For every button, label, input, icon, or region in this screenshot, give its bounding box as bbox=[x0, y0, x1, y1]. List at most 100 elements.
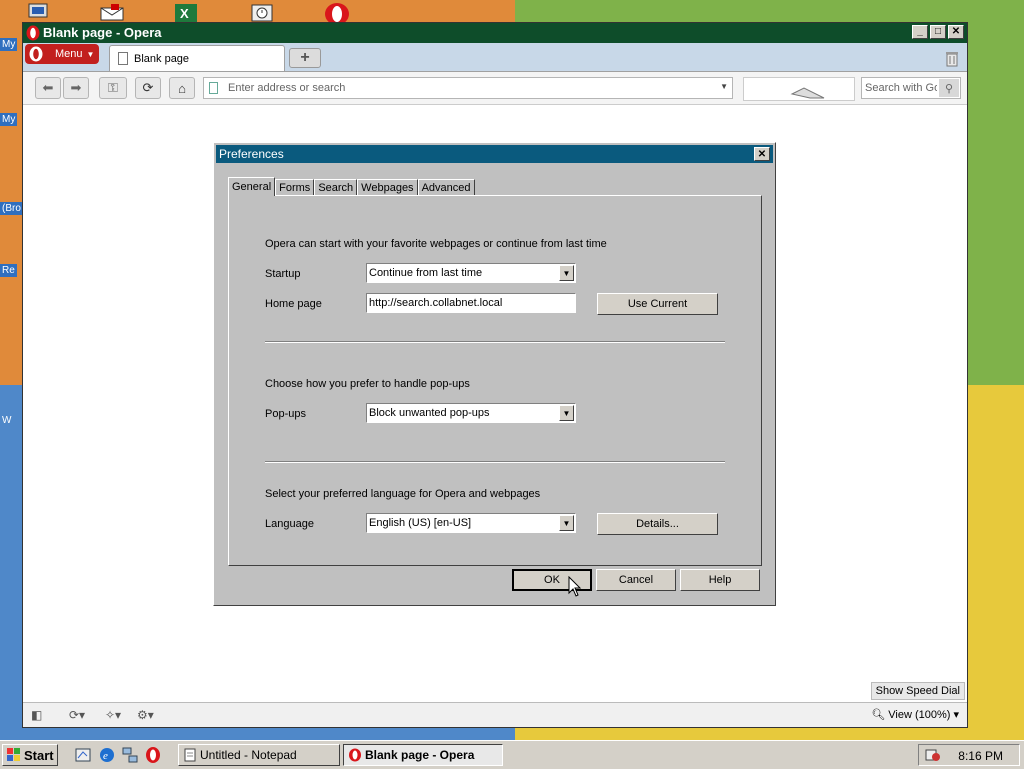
maximize-button[interactable]: □ bbox=[930, 25, 946, 39]
address-placeholder: Enter address or search bbox=[228, 82, 346, 94]
homepage-label: Home page bbox=[265, 298, 322, 310]
cancel-button[interactable]: Cancel bbox=[596, 569, 676, 591]
new-tab-button[interactable]: + bbox=[289, 48, 321, 68]
desktop-icon-label[interactable]: (Bro bbox=[0, 202, 23, 215]
startup-label: Startup bbox=[265, 268, 301, 280]
unite-icon[interactable]: ⚙▾ bbox=[137, 708, 154, 722]
homepage-input[interactable]: http://search.collabnet.local bbox=[366, 293, 576, 313]
notepad-icon bbox=[184, 748, 196, 762]
divider bbox=[265, 341, 725, 343]
desktop-icon-label[interactable]: My bbox=[0, 38, 18, 51]
key-icon: ⚿ bbox=[108, 80, 118, 95]
menu-label: Menu bbox=[55, 48, 83, 60]
dialog-titlebar[interactable]: Preferences ✕ bbox=[216, 145, 773, 163]
home-icon: ⌂ bbox=[178, 80, 186, 96]
trash-icon[interactable] bbox=[943, 49, 961, 67]
pencil-icon bbox=[790, 87, 825, 99]
show-speed-dial-button[interactable]: Show Speed Dial bbox=[870, 682, 965, 700]
search-input[interactable]: Search with Google ⚲ bbox=[861, 77, 961, 99]
start-label: Start bbox=[24, 747, 54, 763]
startup-intro-text: Opera can start with your favorite webpa… bbox=[265, 238, 607, 250]
opera-logo-icon bbox=[29, 46, 43, 62]
tab-search[interactable]: Search bbox=[314, 179, 358, 196]
desktop-icon-label[interactable]: W bbox=[0, 414, 13, 427]
desktop-opera-icon[interactable] bbox=[322, 2, 349, 25]
tab-advanced[interactable]: Advanced bbox=[417, 179, 475, 196]
language-select[interactable]: English (US) [en-US] ▼ bbox=[366, 513, 576, 533]
windows-logo-icon bbox=[7, 748, 20, 761]
opera-quicklaunch-icon[interactable] bbox=[144, 746, 162, 764]
preferences-tabs: General Forms Search Webpages Advanced bbox=[228, 177, 475, 196]
dialog-title: Preferences bbox=[219, 147, 284, 161]
taskbar-item-label: Untitled - Notepad bbox=[200, 748, 297, 762]
page-icon bbox=[118, 52, 128, 65]
desktop-scheduler-icon[interactable] bbox=[250, 2, 273, 22]
chevron-down-icon[interactable]: ▼ bbox=[559, 515, 574, 531]
startup-select[interactable]: Continue from last time ▼ bbox=[366, 263, 576, 283]
general-panel: Opera can start with your favorite webpa… bbox=[228, 195, 762, 566]
taskbar-item-opera[interactable]: Blank page - Opera bbox=[343, 744, 503, 766]
show-desktop-icon[interactable] bbox=[74, 746, 92, 764]
chevron-down-icon[interactable]: ▼ bbox=[720, 82, 728, 91]
magnifier-icon: 🔍︎ bbox=[871, 709, 886, 721]
tab-general[interactable]: General bbox=[228, 177, 276, 196]
back-button[interactable]: ⬅ bbox=[35, 77, 61, 99]
address-bar[interactable]: Enter address or search ▼ bbox=[203, 77, 733, 99]
svg-text:X: X bbox=[180, 6, 189, 21]
taskbar-item-label: Blank page - Opera bbox=[365, 748, 475, 762]
tab-label: Blank page bbox=[134, 52, 190, 65]
popups-select[interactable]: Block unwanted pop-ups ▼ bbox=[366, 403, 576, 423]
tab-strip: Menu ▼ Blank page + bbox=[23, 43, 967, 72]
desktop-mail-icon[interactable] bbox=[97, 2, 124, 22]
key-button[interactable]: ⚿ bbox=[99, 77, 127, 99]
language-value: English (US) [en-US] bbox=[369, 517, 472, 529]
desktop-computer-icon[interactable] bbox=[27, 2, 49, 22]
zoom-control[interactable]: 🔍︎ View (100%) ▾ bbox=[871, 708, 959, 721]
chevron-down-icon[interactable]: ▼ bbox=[559, 265, 574, 281]
taskbar: Start e Untitled - Notepad Blank page - … bbox=[0, 740, 1024, 769]
mouse-pointer-icon bbox=[568, 576, 582, 597]
arrow-left-icon: ⬅ bbox=[42, 80, 54, 95]
toolbar-extra-field[interactable] bbox=[743, 77, 855, 101]
language-intro-text: Select your preferred language for Opera… bbox=[265, 488, 541, 500]
network-icon[interactable] bbox=[121, 746, 139, 764]
window-titlebar[interactable]: Blank page - Opera _ □ ✕ bbox=[23, 23, 967, 43]
opera-menu-button[interactable]: Menu ▼ bbox=[25, 44, 99, 64]
dialog-close-button[interactable]: ✕ bbox=[754, 147, 770, 161]
search-placeholder: Search with Google bbox=[865, 82, 937, 94]
tab-webpages[interactable]: Webpages bbox=[357, 179, 418, 196]
home-button[interactable]: ⌂ bbox=[169, 77, 195, 99]
tray-app-icon[interactable] bbox=[925, 748, 941, 762]
clock[interactable]: 8:16 PM bbox=[958, 749, 1003, 763]
navigation-toolbar: ⬅ ➡ ⚿ ⟳ ⌂ Enter address or search ▼ Sear… bbox=[23, 72, 967, 105]
taskbar-item-notepad[interactable]: Untitled - Notepad bbox=[178, 744, 340, 766]
startup-value: Continue from last time bbox=[369, 267, 483, 279]
tab-forms[interactable]: Forms bbox=[275, 179, 315, 196]
search-icon[interactable]: ⚲ bbox=[939, 79, 959, 97]
desktop-icon-label[interactable]: My bbox=[0, 113, 18, 126]
turbo-icon[interactable]: ✧▾ bbox=[105, 708, 121, 722]
sync-icon[interactable]: ⟳▾ bbox=[69, 708, 85, 722]
chevron-down-icon[interactable]: ▼ bbox=[559, 405, 574, 421]
preferences-dialog: Preferences ✕ General Forms Search Webpa… bbox=[213, 142, 776, 606]
zoom-label: View (100%) bbox=[888, 709, 951, 721]
internet-explorer-icon[interactable]: e bbox=[98, 746, 116, 764]
details-button[interactable]: Details... bbox=[597, 513, 718, 535]
language-label: Language bbox=[265, 518, 314, 530]
minimize-button[interactable]: _ bbox=[912, 25, 928, 39]
help-button[interactable]: Help bbox=[680, 569, 760, 591]
popups-value: Block unwanted pop-ups bbox=[369, 407, 490, 419]
close-button[interactable]: ✕ bbox=[948, 25, 964, 39]
reload-button[interactable]: ⟳ bbox=[135, 77, 161, 99]
forward-button[interactable]: ➡ bbox=[63, 77, 89, 99]
panel-toggle-icon[interactable]: ◧ bbox=[31, 708, 42, 722]
desktop-icon-label[interactable]: Re bbox=[0, 264, 17, 277]
system-tray: 8:16 PM bbox=[918, 744, 1020, 766]
popups-label: Pop-ups bbox=[265, 408, 306, 420]
reload-icon: ⟳ bbox=[142, 80, 154, 95]
start-button[interactable]: Start bbox=[2, 744, 58, 766]
status-bar: ◧ ⟳▾ ✧▾ ⚙▾ 🔍︎ View (100%) ▾ bbox=[23, 702, 967, 727]
desktop-excel-icon[interactable]: X bbox=[173, 2, 197, 22]
use-current-button[interactable]: Use Current bbox=[597, 293, 718, 315]
tab-blank-page[interactable]: Blank page bbox=[109, 45, 285, 71]
